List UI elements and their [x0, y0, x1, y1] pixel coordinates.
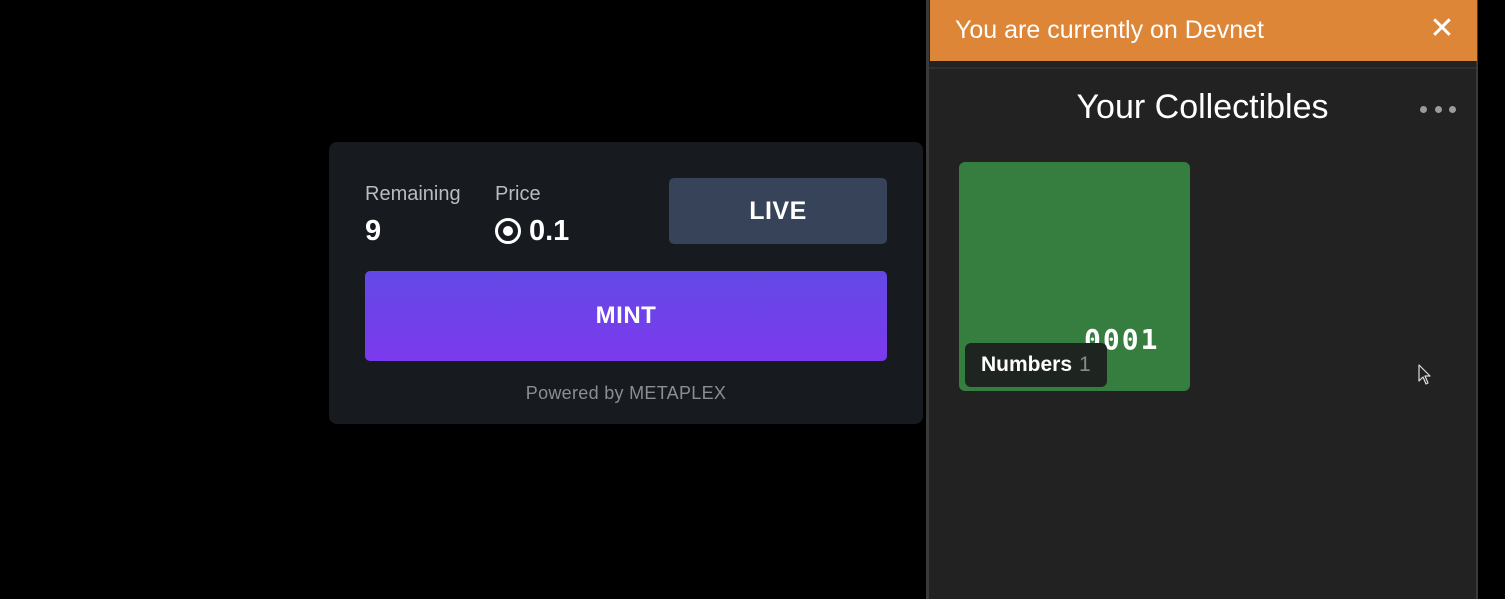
price-value: 0.1 — [529, 215, 570, 247]
price-label: Price — [495, 183, 541, 205]
mint-button[interactable]: MINT — [365, 271, 887, 361]
close-icon[interactable]: ✕ — [1427, 14, 1457, 44]
devnet-banner-text: You are currently on Devnet — [955, 16, 1264, 44]
more-horizontal-icon[interactable] — [1420, 96, 1456, 122]
solana-icon — [495, 218, 521, 244]
collectibles-title: Your Collectibles — [1076, 88, 1329, 126]
remaining-stat: Remaining 9 — [365, 182, 461, 248]
price-stat: Price 0.1 — [495, 182, 569, 248]
collection-name: Numbers — [981, 353, 1073, 376]
mint-card: Remaining 9 Price 0.1 LIVE MINT Powered … — [329, 142, 923, 424]
collectible-card[interactable]: 0001 Numbers 1 — [959, 162, 1190, 391]
remaining-value: 9 — [365, 215, 382, 247]
divider — [929, 67, 1476, 69]
live-status-button[interactable]: LIVE — [669, 178, 887, 244]
wallet-panel: You are currently on Devnet ✕ Your Colle… — [926, 0, 1478, 599]
remaining-label: Remaining — [365, 183, 461, 205]
powered-by-text: Powered by METAPLEX — [525, 383, 727, 403]
devnet-banner: You are currently on Devnet ✕ — [930, 0, 1477, 61]
collection-label: Numbers 1 — [965, 343, 1107, 387]
mouse-cursor-icon — [1418, 364, 1431, 385]
price-value-row: 0.1 — [495, 214, 569, 248]
collection-count: 1 — [1079, 353, 1091, 376]
